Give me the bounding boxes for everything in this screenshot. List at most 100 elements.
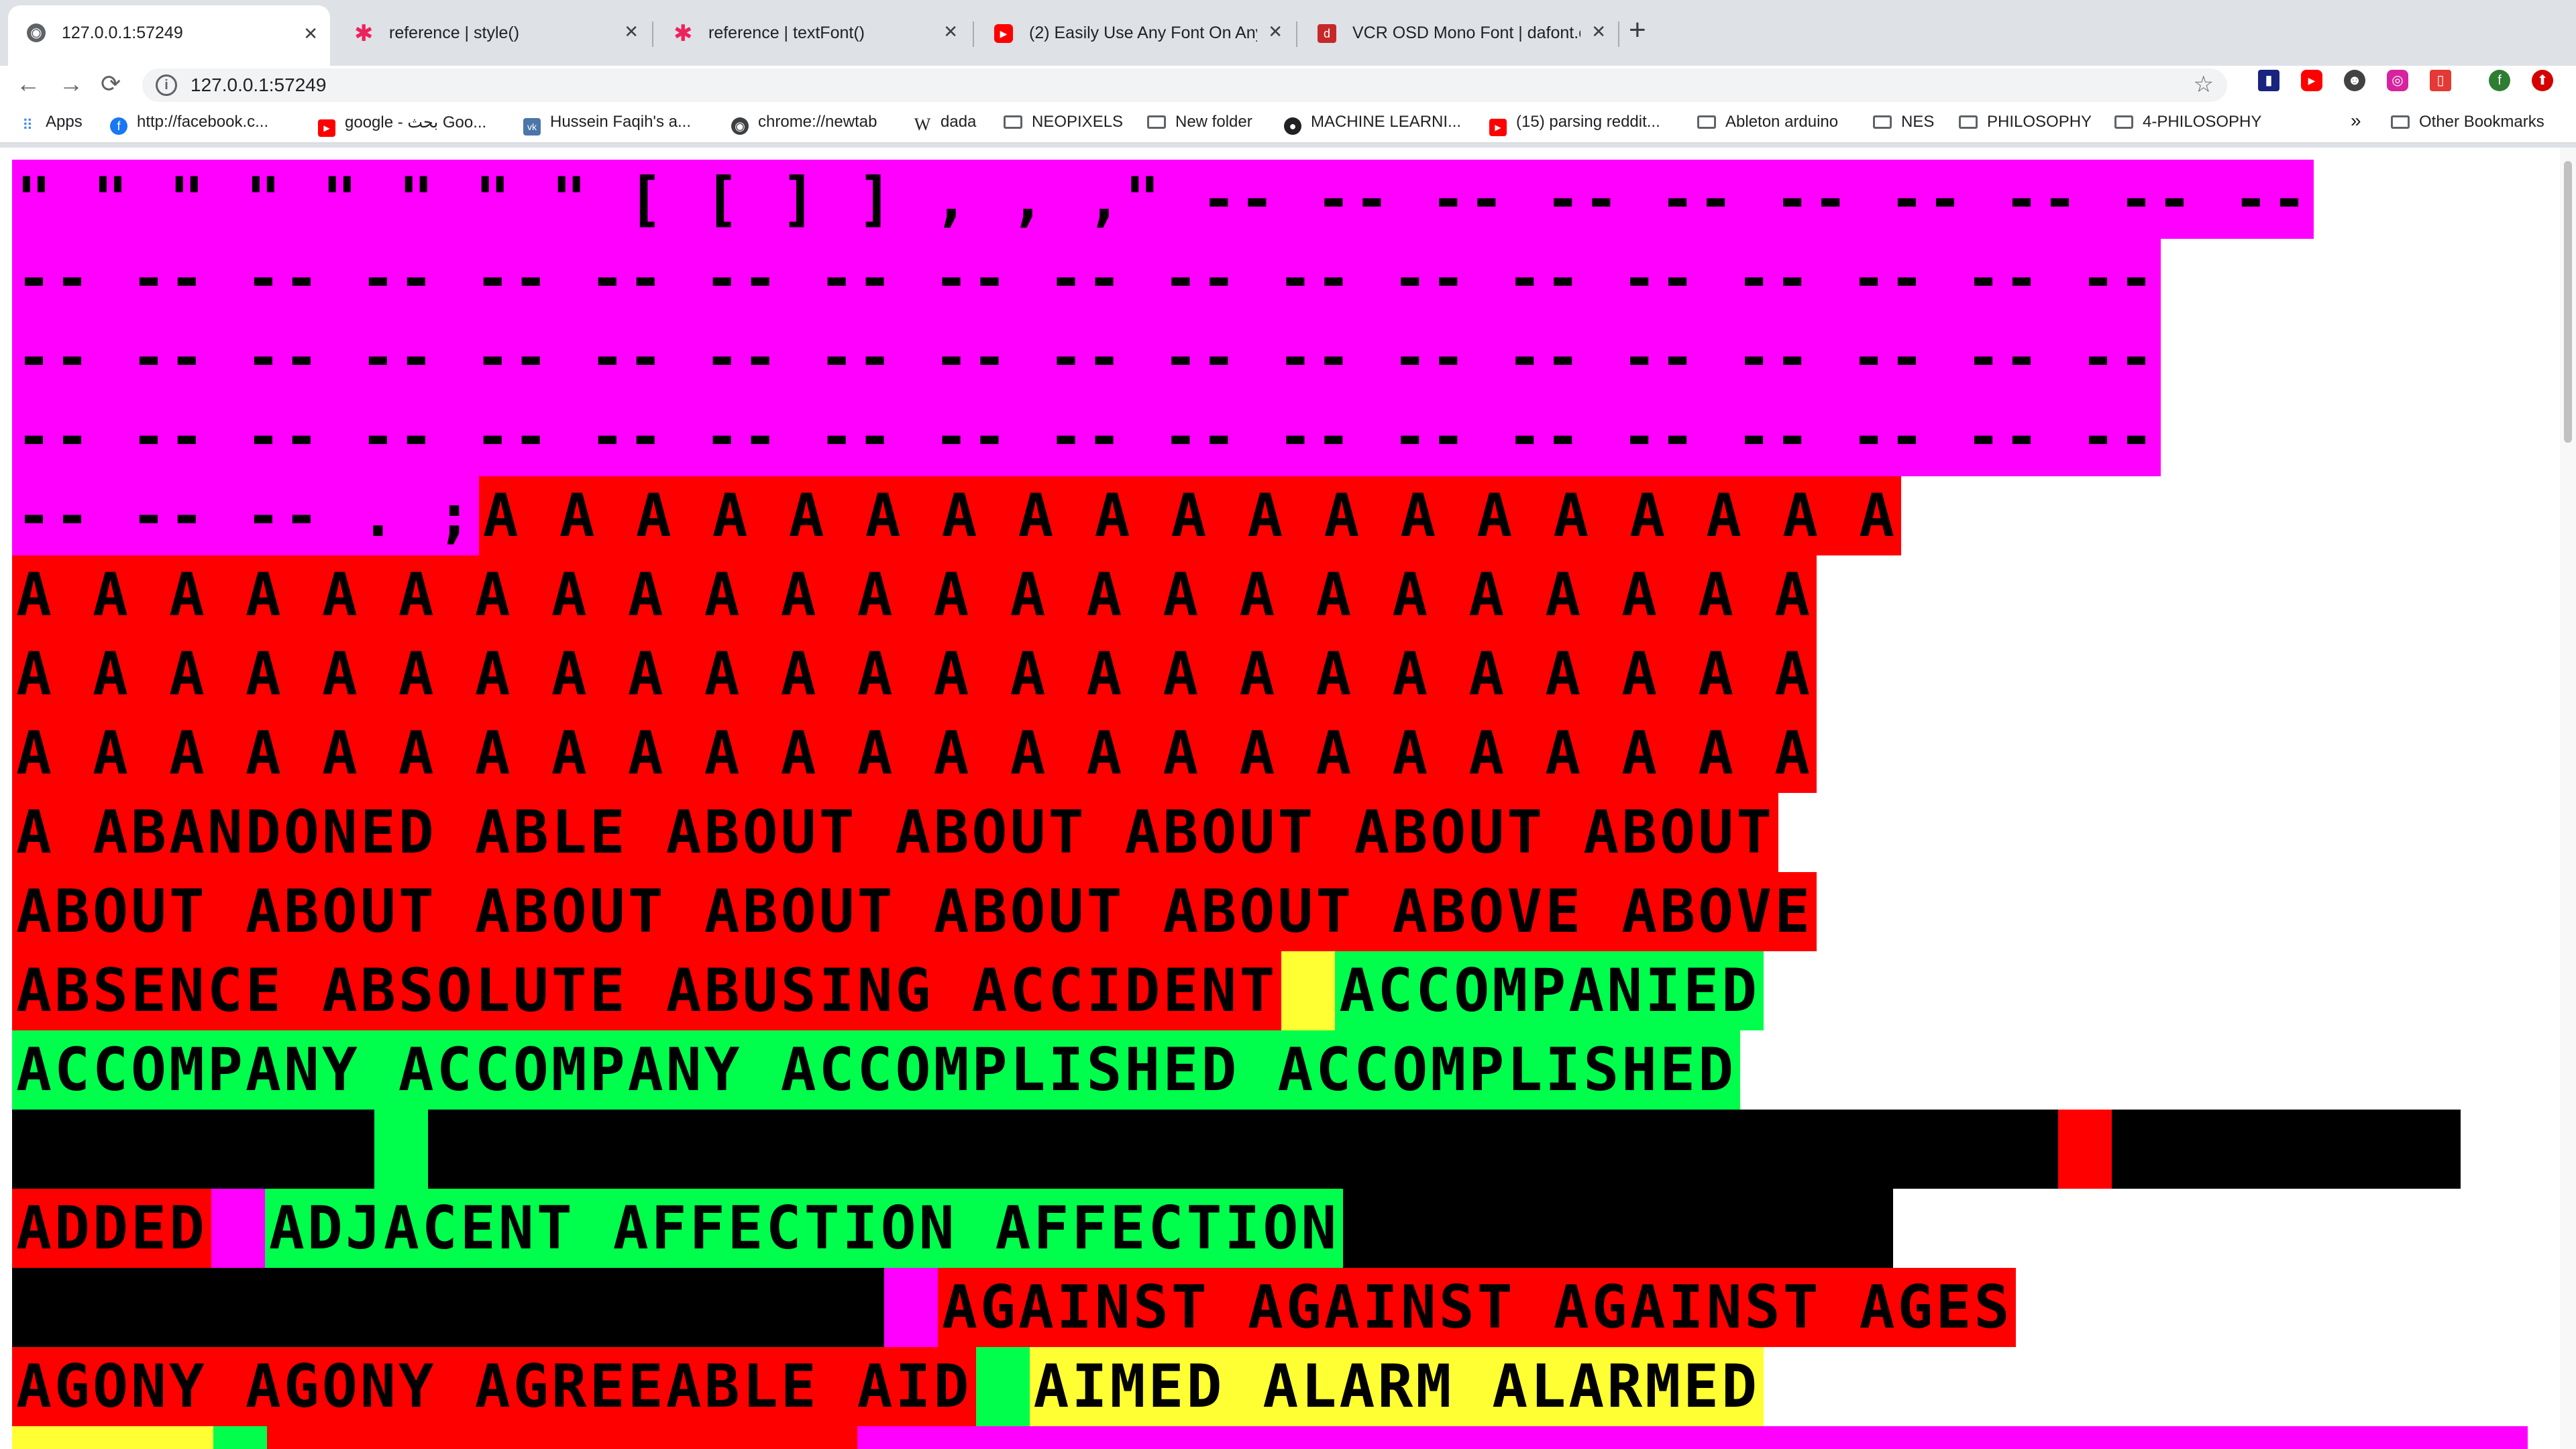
tab-title: VCR OSD Mono Font | dafont.c: [1352, 23, 1580, 42]
vk-icon: vk: [523, 118, 541, 136]
p5-asterisk-icon: ✱: [674, 21, 693, 46]
canvas-color-block: [12, 1110, 374, 1189]
vertical-scrollbar[interactable]: [2560, 148, 2576, 1449]
canvas-color-block: [267, 1426, 857, 1449]
canvas-word-block: A ABANDONED ABLE ABOUT ABOUT ABOUT ABOUT…: [12, 793, 1779, 872]
bookmark-parsing-reddit[interactable]: ▶ (15) parsing reddit...: [1489, 113, 1660, 136]
browser-chrome: ◉ 127.0.0.1:57249 ✕ ✱ reference | style(…: [0, 0, 2576, 148]
bookmark-label: NEOPIXELS: [1032, 113, 1124, 131]
info-icon[interactable]: i: [156, 74, 177, 96]
canvas-word-block: ABSENCE ABSOLUTE ABUSING ACCIDENT: [12, 951, 1282, 1030]
canvas-row: ABSENCE ABSOLUTE ABUSING ACCIDENT ACCOMPA…: [12, 951, 1764, 1030]
p5-asterisk-icon: ✱: [354, 21, 374, 46]
reload-button[interactable]: ⟳: [101, 70, 121, 98]
tab-reference-textfont[interactable]: ✱ reference | textFont() ✕: [655, 9, 970, 56]
folder-icon: [2391, 115, 2410, 129]
canvas-row: " " " " " " " " [ [ ] ] , , ," -- -- -- …: [12, 160, 2314, 239]
canvas-row: [12, 1110, 2461, 1189]
tab-localhost[interactable]: ◉ 127.0.0.1:57249 ✕: [8, 5, 330, 66]
canvas-row: -- -- -- . ; A A A A A A A A A A A A A A …: [12, 476, 1902, 555]
tab-strip: ◉ 127.0.0.1:57249 ✕ ✱ reference | style(…: [0, 0, 2576, 66]
bookmarks-overflow-button[interactable]: »: [2351, 110, 2361, 131]
close-icon[interactable]: ✕: [624, 21, 639, 42]
canvas-word-block: -- -- -- -- -- -- -- -- -- -- -- -- -- -…: [12, 239, 2161, 318]
bookmark-facebook[interactable]: f http://facebook.c...: [110, 113, 268, 135]
canvas-row: ABOUT ABOUT ABOUT ABOUT ABOUT ABOUT ABOV…: [12, 872, 1817, 951]
tab-separator: [1618, 21, 1619, 47]
tab-title: 127.0.0.1:57249: [62, 23, 183, 42]
canvas-color-block: [211, 1189, 265, 1268]
bookmark-label: Apps: [46, 113, 83, 131]
instagram-extension-icon[interactable]: ◎: [2387, 70, 2408, 91]
bookmark-google-search[interactable]: ▶ google - بحث Goo...: [318, 113, 486, 137]
canvas-row: A A A A A A A A A A A A A A A A A A A A …: [12, 635, 1817, 714]
canvas-color-block: [374, 1110, 428, 1189]
address-bar[interactable]: i 127.0.0.1:57249 ☆: [142, 68, 2227, 102]
apps-grid-icon: ⠿: [21, 117, 34, 133]
forward-button[interactable]: →: [59, 70, 83, 98]
tab-title: reference | style(): [389, 23, 520, 42]
canvas-word-block: A A A A A A A A A A A A A A A A A A A A …: [12, 555, 1817, 635]
tab-title: reference | textFont(): [708, 23, 865, 42]
bookmark-philosophy[interactable]: PHILOSOPHY: [1959, 113, 2092, 131]
canvas-word-block: AGONY AGONY AGREEABLE AID: [12, 1347, 976, 1426]
canvas-word-block: ABOUT ABOUT ABOUT ABOUT ABOUT ABOUT ABOV…: [12, 872, 1817, 951]
canvas-color-block: [428, 1110, 2058, 1189]
canvas-row: A A A A A A A A A A A A A A A A A A A A …: [12, 714, 1817, 793]
close-icon[interactable]: ✕: [1268, 21, 1283, 42]
bookmark-label: Other Bookmarks: [2419, 113, 2544, 131]
canvas-word-block: ADDED: [12, 1189, 211, 1268]
youtube-extension-icon[interactable]: ▶: [2301, 70, 2322, 91]
back-button[interactable]: ←: [16, 70, 40, 98]
canvas-row: -- -- -- -- -- -- -- -- -- -- -- -- -- -…: [12, 239, 2161, 318]
bookmark-hussein[interactable]: vk Hussein Faqih's a...: [523, 113, 691, 136]
bookmark-neopixels[interactable]: NEOPIXELS: [1004, 113, 1123, 131]
canvas-word-block: A A A A A A A A A A A A A A A A A A A: [478, 476, 1902, 555]
canvas-word-block: " " " " " " " " [ [ ] ] , , ," -- -- -- …: [12, 160, 2314, 239]
canvas-color-block: [12, 1426, 213, 1449]
bookmark-4-philosophy[interactable]: 4-PHILOSOPHY: [2114, 113, 2261, 131]
canvas-color-block: [975, 1347, 1030, 1426]
folder-icon: [1959, 115, 1978, 129]
mask-extension-icon[interactable]: ☻: [2344, 70, 2365, 91]
close-icon[interactable]: ✕: [943, 21, 958, 42]
close-icon[interactable]: ✕: [1591, 21, 1606, 42]
canvas-word-block: ACCOMPANIED: [1335, 951, 1764, 1030]
bookmark-label: PHILOSOPHY: [1987, 113, 2092, 131]
folder-icon: [1873, 115, 1892, 129]
bookmark-label: MACHINE LEARNI...: [1311, 113, 1462, 131]
profile-avatar[interactable]: f: [2489, 70, 2510, 91]
close-icon[interactable]: ✕: [303, 23, 318, 44]
other-bookmarks-folder[interactable]: Other Bookmarks: [2391, 113, 2544, 131]
tab-separator: [973, 21, 974, 47]
canvas-word-block: -- -- -- . ;: [12, 476, 479, 555]
bookmark-dada[interactable]: Wdada: [914, 113, 977, 133]
bookmark-label: New folder: [1175, 113, 1252, 131]
bookmark-apps[interactable]: ⠿ Apps: [19, 113, 83, 134]
bookmark-machine-learning[interactable]: ● MACHINE LEARNI...: [1284, 113, 1461, 135]
bookmark-nes[interactable]: NES: [1873, 113, 1934, 131]
tab-dafont[interactable]: d VCR OSD Mono Font | dafont.c ✕: [1299, 9, 1618, 56]
bookmark-newtab[interactable]: ◉ chrome://newtab: [731, 113, 877, 135]
sketch-canvas[interactable]: " " " " " " " " [ [ ] ] , , ," -- -- -- …: [0, 148, 2560, 1449]
new-tab-button[interactable]: +: [1629, 13, 1646, 47]
battery-extension-icon[interactable]: ▯: [2430, 70, 2451, 91]
bookmark-new-folder[interactable]: New folder: [1147, 113, 1252, 131]
bookmark-star-icon[interactable]: ☆: [2194, 71, 2214, 98]
bookmark-label: 4-PHILOSOPHY: [2143, 113, 2262, 131]
scrollbar-thumb[interactable]: [2564, 161, 2572, 443]
tab-youtube-font[interactable]: ▶ (2) Easily Use Any Font On Any ✕: [975, 9, 1295, 56]
tab-separator: [652, 21, 653, 47]
bookmarks-bar: ⠿ Apps f http://facebook.c... ▶ google - بح…: [0, 105, 2576, 144]
update-alert-icon[interactable]: ⬆: [2532, 70, 2553, 91]
globe-icon: ◉: [731, 117, 749, 135]
canvas-color-block: [884, 1268, 938, 1347]
canvas-color-block: [1281, 951, 1336, 1030]
bookmark-ableton-arduino[interactable]: Ableton arduino: [1697, 113, 1838, 131]
tab-reference-style[interactable]: ✱ reference | style() ✕: [335, 9, 651, 56]
url-text[interactable]: 127.0.0.1:57249: [191, 74, 326, 96]
youtube-icon: ▶: [318, 119, 335, 137]
tab-separator: [1296, 21, 1297, 47]
canvas-word-block: A A A A A A A A A A A A A A A A A A A A …: [12, 635, 1817, 714]
analytics-extension-icon[interactable]: ▮: [2258, 70, 2279, 91]
